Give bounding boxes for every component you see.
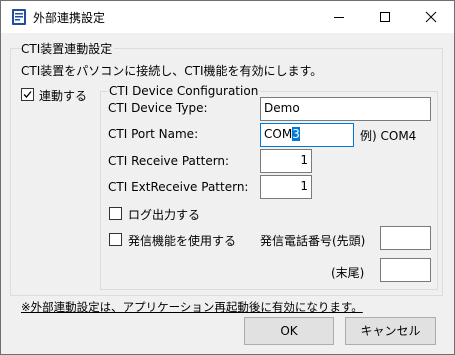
- checkmark-icon: [23, 91, 32, 98]
- phone-suffix-input[interactable]: [380, 258, 431, 282]
- port-name-value-prefix: COM: [264, 127, 293, 141]
- minimize-icon: [334, 17, 344, 18]
- cti-device-config-legend: CTI Device Configuration: [108, 84, 261, 98]
- settings-dialog: 外部連携設定 CTI装置連動設定 CTI装置をパソコンに接続し、CTI機能を有効…: [0, 0, 455, 355]
- ext-receive-pattern-value: 1: [300, 179, 308, 193]
- close-button[interactable]: [408, 1, 454, 33]
- phone-prefix-label: 発信電話番号(先頭): [260, 234, 366, 248]
- port-name-example: 例) COM4: [360, 129, 417, 143]
- app-icon: [11, 9, 27, 25]
- ext-receive-pattern-label: CTI ExtReceive Pattern:: [108, 180, 249, 194]
- port-name-label: CTI Port Name:: [108, 127, 199, 141]
- log-output-checkbox[interactable]: [109, 207, 122, 220]
- outgoing-call-checkbox[interactable]: [109, 233, 122, 246]
- device-type-label: CTI Device Type:: [108, 101, 208, 115]
- ok-button[interactable]: OK: [244, 317, 334, 345]
- cancel-button[interactable]: キャンセル: [345, 317, 436, 345]
- receive-pattern-input[interactable]: 1: [260, 149, 312, 173]
- cti-link-group-legend: CTI装置連動設定: [21, 40, 115, 57]
- port-name-value-selected: 3: [292, 127, 300, 141]
- maximize-button[interactable]: [362, 1, 408, 33]
- group-description: CTI装置をパソコンに接続し、CTI機能を有効にします。: [21, 64, 323, 78]
- restart-note: ※外部連動設定は、アプリケーション再起動後に有効になります。: [21, 300, 363, 314]
- link-checkbox-label[interactable]: 連動する: [39, 87, 87, 104]
- phone-suffix-label: (末尾): [331, 266, 365, 280]
- ext-receive-pattern-input[interactable]: 1: [260, 175, 312, 199]
- phone-prefix-input[interactable]: [380, 226, 431, 250]
- device-type-value: Demo: [264, 101, 300, 115]
- window-title: 外部連携設定: [33, 11, 106, 25]
- maximize-icon: [380, 12, 390, 22]
- log-output-label[interactable]: ログ出力する: [128, 206, 200, 223]
- port-name-input[interactable]: COM3: [260, 123, 354, 147]
- receive-pattern-value: 1: [300, 153, 308, 167]
- receive-pattern-label: CTI Receive Pattern:: [108, 154, 230, 168]
- outgoing-call-label[interactable]: 発信機能を使用する: [128, 232, 236, 249]
- device-type-input[interactable]: Demo: [260, 97, 431, 121]
- link-checkbox[interactable]: [21, 88, 34, 101]
- title-bar[interactable]: 外部連携設定: [1, 1, 454, 33]
- close-icon: [425, 11, 437, 23]
- minimize-button[interactable]: [316, 1, 362, 33]
